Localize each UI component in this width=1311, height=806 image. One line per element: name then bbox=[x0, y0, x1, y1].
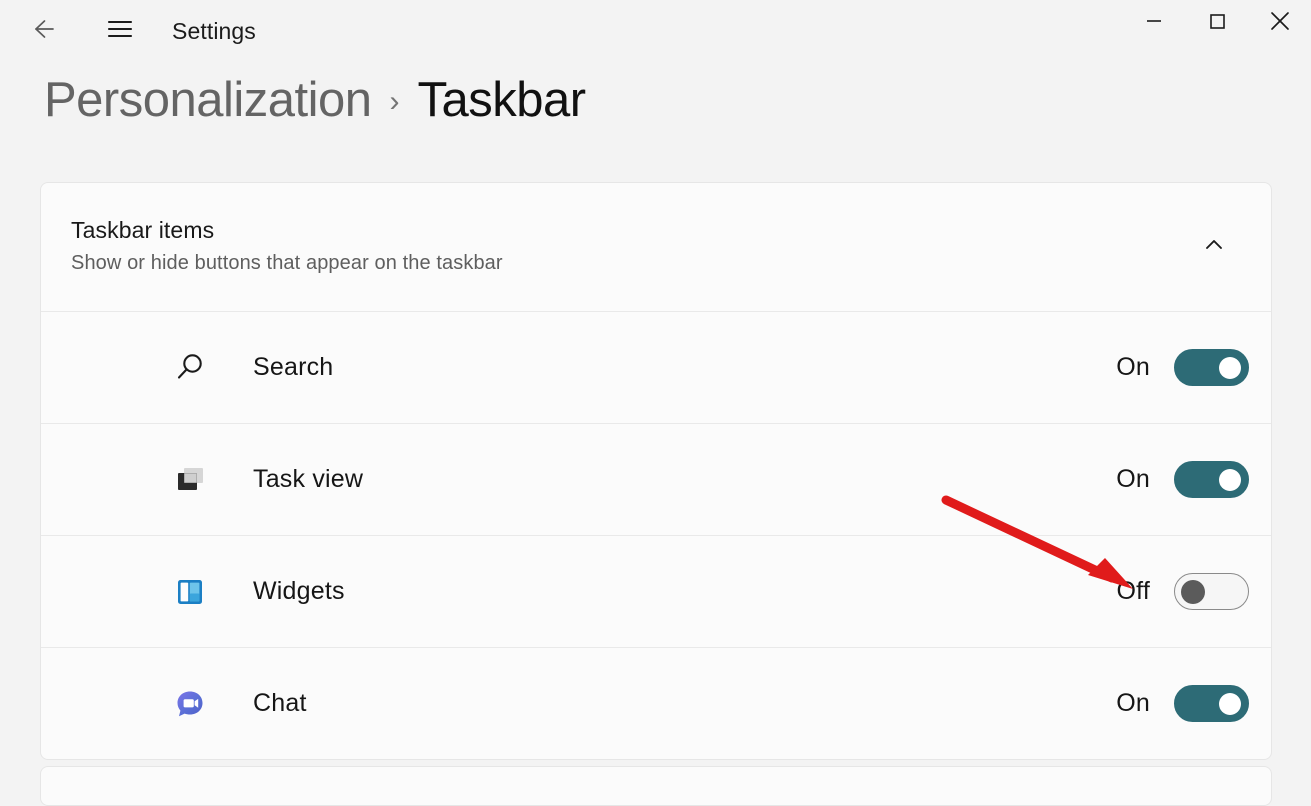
minimize-icon bbox=[1139, 6, 1169, 41]
task-view-icon bbox=[167, 457, 213, 503]
setting-state-task-view: On bbox=[1116, 465, 1150, 493]
maximize-button[interactable] bbox=[1185, 0, 1248, 46]
setting-label-chat: Chat bbox=[253, 689, 307, 717]
toggle-knob bbox=[1219, 356, 1241, 379]
toggle-knob bbox=[1219, 692, 1241, 715]
window-controls bbox=[1122, 0, 1311, 46]
card-header-text: Taskbar items Show or hide buttons that … bbox=[71, 216, 1193, 278]
setting-row-widgets[interactable]: Widgets Off bbox=[41, 535, 1271, 647]
chevron-right-icon: › bbox=[389, 85, 400, 118]
toggle-knob bbox=[1181, 579, 1205, 604]
chevron-up-icon bbox=[1201, 232, 1227, 263]
minimize-button[interactable] bbox=[1122, 0, 1185, 46]
setting-label-widgets: Widgets bbox=[253, 577, 345, 605]
setting-label-search: Search bbox=[253, 353, 334, 381]
toggle-knob bbox=[1219, 468, 1241, 491]
close-icon bbox=[1263, 4, 1297, 43]
back-arrow-icon bbox=[25, 12, 59, 51]
search-toggle[interactable] bbox=[1174, 349, 1249, 386]
navigation-menu-button[interactable] bbox=[96, 9, 144, 53]
setting-row-chat[interactable]: Chat On bbox=[41, 647, 1271, 759]
setting-label-task-view: Task view bbox=[253, 465, 364, 493]
card-header[interactable]: Taskbar items Show or hide buttons that … bbox=[41, 183, 1271, 311]
breadcrumb-link-personalization[interactable]: Personalization bbox=[44, 72, 372, 128]
chat-icon bbox=[167, 681, 213, 727]
card-title: Taskbar items bbox=[71, 217, 215, 244]
card-collapse-button[interactable] bbox=[1193, 226, 1235, 268]
setting-state-chat: On bbox=[1116, 689, 1150, 717]
setting-row-search[interactable]: Search On bbox=[41, 311, 1271, 423]
search-icon bbox=[167, 345, 213, 391]
widgets-toggle[interactable] bbox=[1174, 573, 1249, 610]
maximize-icon bbox=[1202, 6, 1232, 41]
chat-toggle[interactable] bbox=[1174, 685, 1249, 722]
app-title: Settings bbox=[172, 17, 256, 44]
back-button[interactable] bbox=[18, 9, 66, 53]
hamburger-menu-icon bbox=[103, 12, 137, 51]
setting-state-widgets: Off bbox=[1116, 577, 1150, 605]
task-view-toggle[interactable] bbox=[1174, 461, 1249, 498]
widgets-icon bbox=[167, 569, 213, 615]
close-button[interactable] bbox=[1248, 0, 1311, 46]
breadcrumb: Personalization › Taskbar bbox=[44, 72, 586, 128]
setting-state-search: On bbox=[1116, 353, 1150, 381]
next-settings-card bbox=[40, 766, 1272, 806]
page-title: Taskbar bbox=[417, 73, 587, 127]
card-subtitle: Show or hide buttons that appear on the … bbox=[71, 251, 503, 274]
title-bar: Settings bbox=[0, 0, 1311, 62]
setting-row-task-view[interactable]: Task view On bbox=[41, 423, 1271, 535]
taskbar-items-card: Taskbar items Show or hide buttons that … bbox=[40, 182, 1272, 760]
